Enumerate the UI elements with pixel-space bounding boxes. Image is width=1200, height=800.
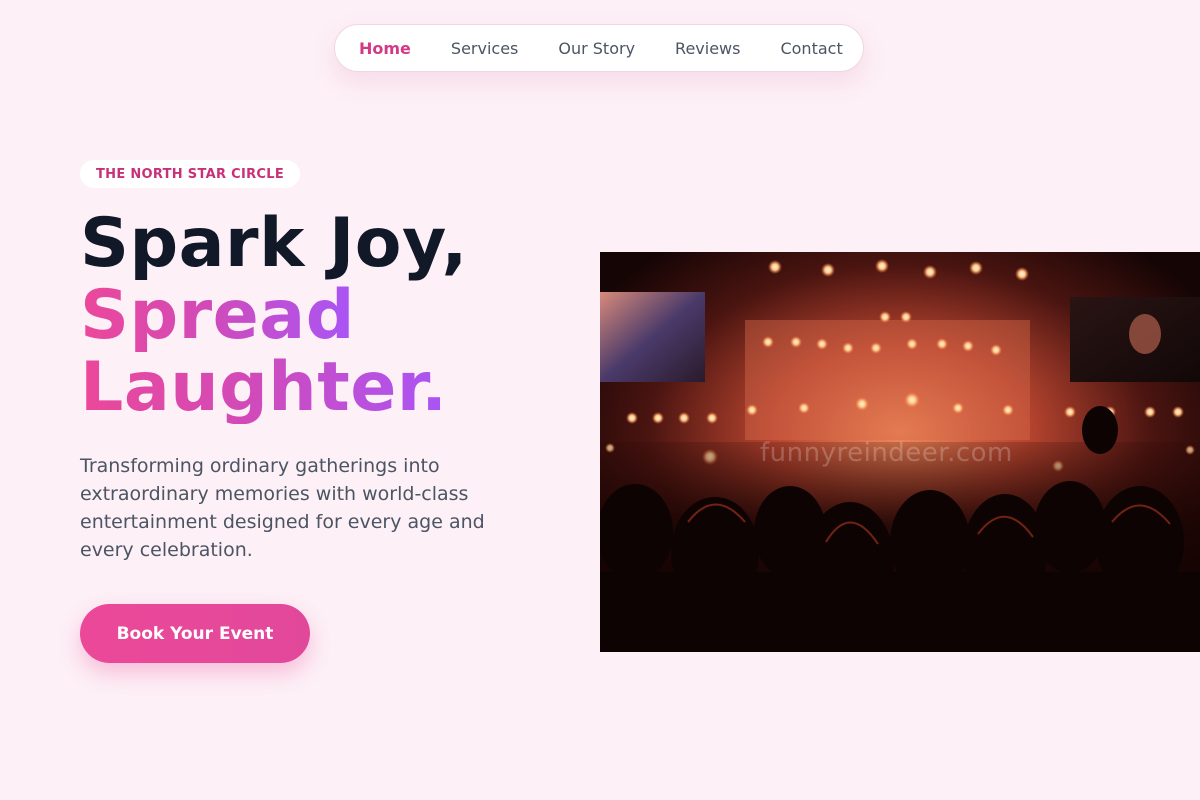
- hero-description: Transforming ordinary gatherings into ex…: [80, 455, 485, 561]
- nav-link-reviews[interactable]: Reviews: [675, 39, 740, 58]
- headline-line-3: Laughter.: [80, 348, 448, 427]
- landing-page: Home Services Our Story Reviews Contact …: [0, 0, 1200, 800]
- image-watermark: funnyreindeer.com: [760, 438, 1013, 468]
- headline-line-1: Spark Joy,: [80, 204, 468, 283]
- nav-link-our-story[interactable]: Our Story: [558, 39, 635, 58]
- main-nav: Home Services Our Story Reviews Contact: [334, 24, 864, 72]
- nav-link-home[interactable]: Home: [359, 39, 411, 58]
- headline-line-2: Spread: [80, 276, 355, 355]
- book-event-button[interactable]: Book Your Event: [80, 604, 310, 663]
- concert-crowd-photo: funnyreindeer.com: [600, 252, 1200, 652]
- hero-headline: Spark Joy, Spread Laughter.: [80, 208, 468, 424]
- nav-link-contact[interactable]: Contact: [780, 39, 842, 58]
- nav-link-services[interactable]: Services: [451, 39, 518, 58]
- eyebrow-badge: THE NORTH STAR CIRCLE: [80, 160, 300, 188]
